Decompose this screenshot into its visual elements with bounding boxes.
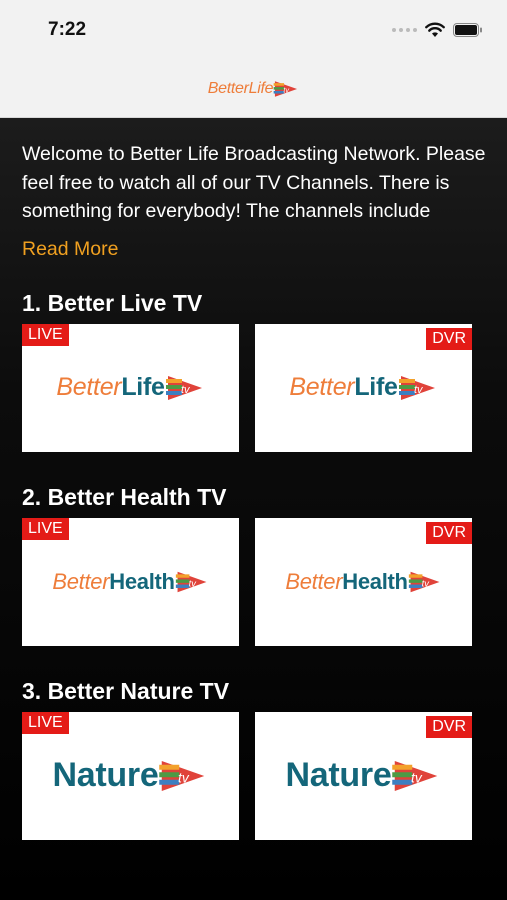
wifi-icon (425, 22, 445, 37)
status-bar: 7:22 (0, 0, 507, 60)
channel-logo: Better Life tv (289, 373, 437, 403)
signal-icon (392, 28, 417, 32)
channel-logo: Better Health tv (52, 569, 208, 595)
dvr-badge: DVR (426, 715, 472, 738)
tv-play-icon: tv (408, 571, 440, 592)
status-icons (392, 22, 483, 38)
live-card-better-health[interactable]: LIVE Better Health tv (22, 517, 239, 646)
tv-play-icon: tv (392, 760, 438, 791)
status-time: 7:22 (48, 19, 87, 40)
tv-play-icon: tv (159, 760, 205, 791)
section-title: 2. Better Health TV (22, 483, 227, 510)
section-title: 3. Better Nature TV (22, 677, 230, 704)
nav-bar: Better Life tv (0, 60, 507, 118)
intro-text: Welcome to Better Life Broadcasting Netw… (22, 143, 486, 222)
dvr-badge: DVR (426, 327, 472, 350)
channel-logo: Better Life tv (56, 373, 204, 403)
tv-play-icon: tv (175, 571, 207, 592)
header-logo-part1: Better (207, 79, 249, 97)
tv-play-icon: tv (165, 375, 202, 400)
channel-section-health: 2. Better Health TV LIVE Better Health tv… (22, 481, 485, 646)
live-card-better-nature[interactable]: LIVE Nature tv (22, 711, 239, 840)
section-title: 1. Better Live TV (22, 289, 203, 316)
read-more-link[interactable]: Read More (22, 238, 118, 261)
dvr-card-better-life[interactable]: DVR Better Life tv (255, 323, 472, 452)
channel-logo: Nature tv (53, 756, 209, 795)
channel-logo: Nature tv (286, 756, 442, 795)
live-card-better-life[interactable]: LIVE Better Life tv (22, 323, 239, 452)
svg-text:tv: tv (181, 384, 191, 396)
svg-text:tv: tv (178, 770, 190, 785)
tv-play-icon: tv (398, 375, 435, 400)
tv-play-icon: tv (273, 80, 298, 97)
battery-icon (453, 23, 482, 37)
dvr-card-better-health[interactable]: DVR Better Health tv (255, 517, 472, 646)
live-badge: LIVE (22, 517, 69, 540)
header-logo: Better Life tv (208, 79, 300, 99)
live-badge: LIVE (22, 323, 69, 346)
svg-text:tv: tv (414, 384, 424, 396)
dvr-card-better-nature[interactable]: DVR Nature tv (255, 711, 472, 840)
header-logo-part2: Life (248, 79, 274, 97)
dvr-badge: DVR (426, 521, 472, 544)
live-badge: LIVE (22, 711, 69, 734)
main-content[interactable]: Welcome to Better Life Broadcasting Netw… (0, 118, 507, 900)
svg-text:tv: tv (284, 86, 290, 94)
channel-section-nature: 3. Better Nature TV LIVE Nature tv DVR N… (22, 675, 485, 840)
channel-logo: Better Health tv (285, 569, 441, 595)
svg-text:tv: tv (411, 770, 423, 785)
channel-section-live: 1. Better Live TV LIVE Better Life tv DVR (22, 287, 485, 452)
